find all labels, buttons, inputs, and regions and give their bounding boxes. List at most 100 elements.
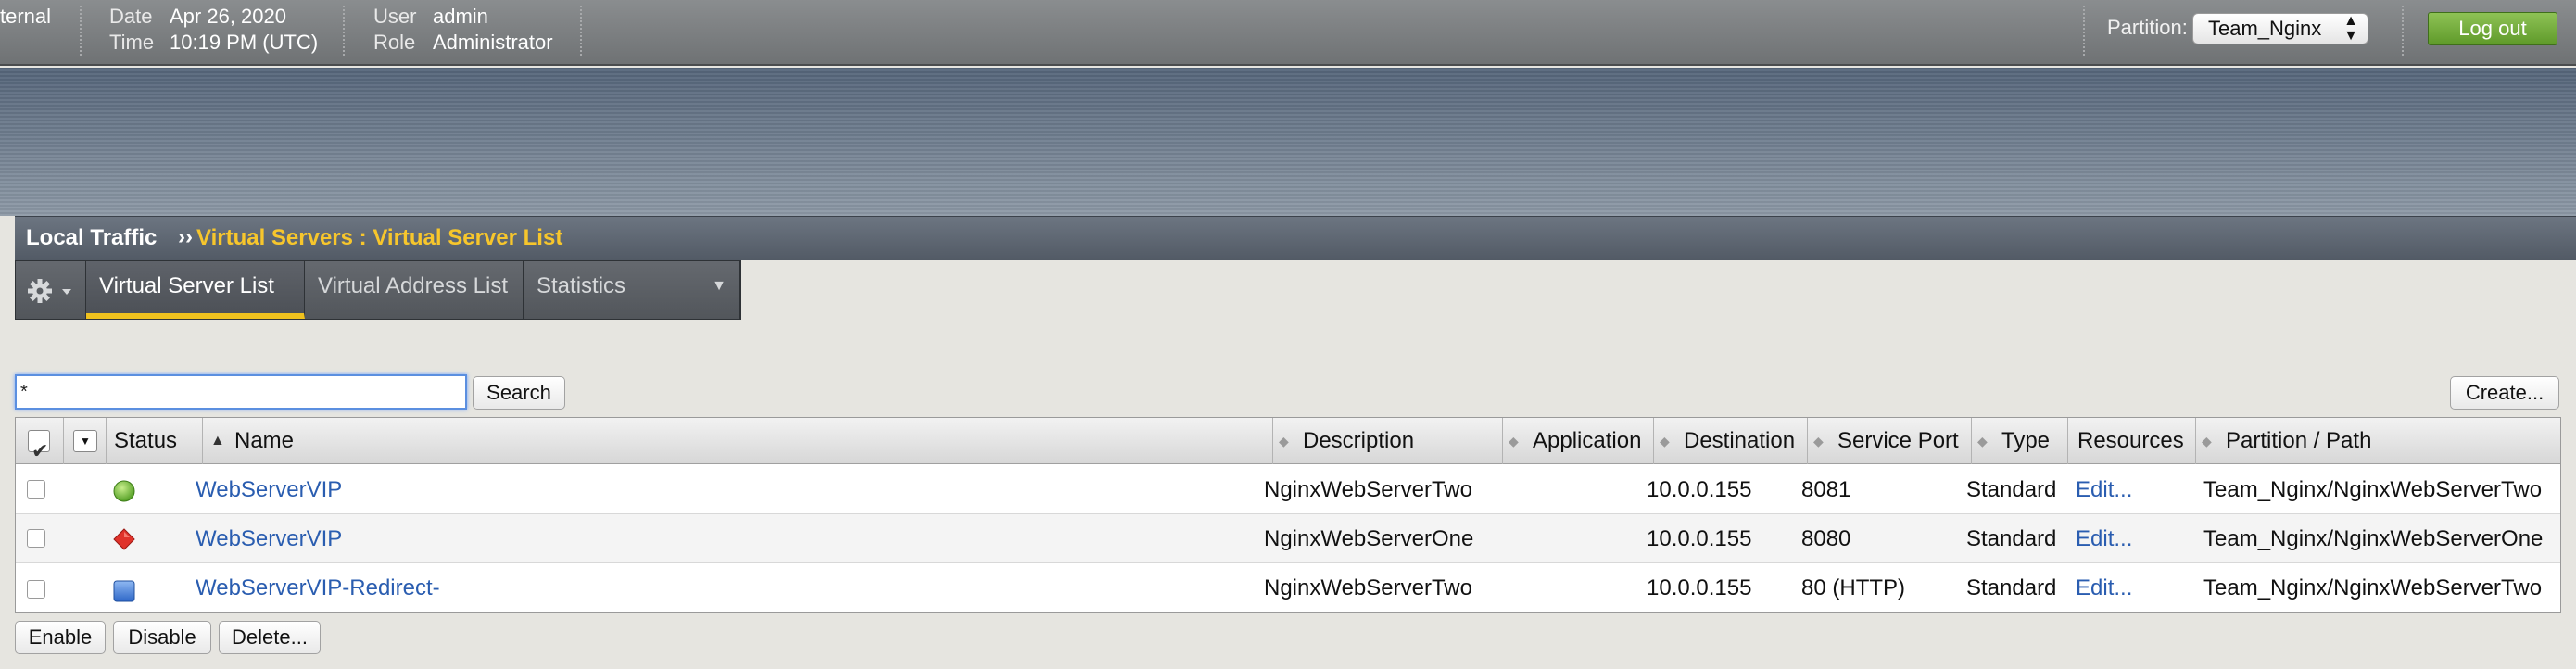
header-destination-label: Destination: [1684, 428, 1796, 453]
header-partition-path-label: Partition / Path: [2226, 428, 2372, 453]
header-service-port[interactable]: ◆ Service Port: [1808, 418, 1972, 464]
time-label: Time: [109, 31, 155, 54]
header-banner: [0, 68, 2576, 216]
row-description: NginxWebServerTwo: [1264, 477, 1472, 502]
sort-icon: ◆: [1509, 434, 1519, 448]
row-type: Standard: [1966, 477, 2057, 502]
delete-button[interactable]: Delete...: [219, 621, 321, 654]
breadcrumb-page: Virtual Servers : Virtual Server List: [196, 225, 563, 250]
header-resources: Resources: [2068, 418, 2196, 464]
role-label: Role: [373, 31, 416, 54]
row-type: Standard: [1966, 526, 2057, 551]
breadcrumb: Local Traffic ›› Virtual Servers : Virtu…: [15, 216, 2576, 260]
header-description-label: Description: [1303, 428, 1415, 453]
disable-button[interactable]: Disable: [113, 621, 211, 654]
table-row[interactable]: WebServerVIP NginxWebServerTwo 10.0.0.15…: [16, 465, 2560, 514]
sort-icon: ◆: [1279, 434, 1289, 448]
row-resources-edit-link[interactable]: Edit...: [2076, 514, 2132, 563]
tab-label: Virtual Server List: [99, 273, 274, 298]
app-title-fragment: ternal: [0, 5, 52, 28]
partition-selected-value: Team_Nginx: [2208, 17, 2322, 40]
row-name-link[interactable]: WebServerVIP: [196, 465, 342, 514]
status-unknown-icon: [113, 580, 135, 602]
header-destination[interactable]: ◆ Destination: [1654, 418, 1808, 464]
user-label: User: [373, 5, 417, 28]
top-bar: ternal Date Apr 26, 2020 Time 10:19 PM (…: [0, 0, 2576, 66]
enable-button[interactable]: Enable: [15, 621, 106, 654]
tab-virtual-address-list[interactable]: Virtual Address List: [305, 261, 524, 319]
row-checkbox[interactable]: [27, 580, 45, 599]
row-destination: 10.0.0.155: [1647, 526, 1752, 551]
options-menu-button[interactable]: [16, 261, 86, 319]
row-service-port: 8080: [1801, 526, 1851, 551]
header-name[interactable]: ▲ Name: [203, 418, 1273, 464]
header-status[interactable]: Status: [107, 418, 203, 464]
date-label: Date: [109, 5, 153, 28]
tab-statistics[interactable]: Statistics ▼: [524, 261, 740, 319]
select-arrows-icon: ▲ ▼: [2343, 13, 2358, 44]
select-all-checkbox[interactable]: ✔: [28, 430, 50, 462]
header-application-label: Application: [1533, 428, 1642, 453]
row-resources-edit-link[interactable]: Edit...: [2076, 465, 2132, 514]
divider: [2083, 6, 2085, 56]
tab-virtual-server-list[interactable]: Virtual Server List: [86, 261, 305, 319]
header-partition-path[interactable]: ◆ Partition / Path: [2196, 418, 2560, 464]
sort-icon: ◆: [1813, 434, 1824, 448]
divider: [80, 6, 82, 56]
row-resources-edit-link[interactable]: Edit...: [2076, 563, 2132, 612]
row-partition-path: Team_Nginx/NginxWebServerTwo: [2203, 477, 2543, 502]
row-name-link[interactable]: WebServerVIP-Redirect-: [196, 563, 440, 612]
sort-icon: ◆: [1660, 434, 1670, 448]
sort-icon: ◆: [2202, 434, 2212, 448]
create-button[interactable]: Create...: [2450, 376, 2559, 410]
header-service-port-label: Service Port: [1837, 428, 1959, 453]
row-checkbox[interactable]: [27, 529, 45, 548]
role-value: Administrator: [433, 31, 553, 54]
row-destination: 10.0.0.155: [1647, 477, 1752, 502]
status-offline-icon: [113, 528, 135, 550]
chevron-down-icon: [62, 289, 71, 295]
row-partition-path: Team_Nginx/NginxWebServerOne: [2203, 526, 2544, 551]
status-available-icon: [113, 480, 135, 502]
gear-icon: [28, 279, 71, 303]
header-type[interactable]: ◆ Type: [1972, 418, 2068, 464]
divider: [343, 6, 345, 56]
row-name-link[interactable]: WebServerVIP: [196, 514, 342, 563]
select-all-header: ✔: [16, 418, 64, 464]
chevron-down-icon: ▼: [73, 430, 97, 452]
row-service-port: 80 (HTTP): [1801, 575, 1906, 600]
row-type: Standard: [1966, 575, 2057, 600]
row-partition-path: Team_Nginx/NginxWebServerTwo: [2203, 575, 2543, 600]
header-description[interactable]: ◆ Description: [1273, 418, 1503, 464]
tab-bar: Virtual Server List Virtual Address List…: [15, 260, 741, 320]
column-menu-header[interactable]: ▼: [64, 418, 107, 464]
row-checkbox[interactable]: [27, 480, 45, 499]
tab-label: Statistics: [537, 273, 626, 298]
time-value: 10:19 PM (UTC): [170, 31, 319, 54]
breadcrumb-section[interactable]: Local Traffic: [26, 225, 157, 251]
divider: [580, 6, 582, 56]
table-header: ✔ ▼ Status ▲ Name ◆ Description ◆ Applic…: [16, 418, 2560, 464]
header-name-label: Name: [234, 428, 295, 453]
table-row[interactable]: WebServerVIP-Redirect- NginxWebServerTwo…: [16, 563, 2560, 612]
partition-select[interactable]: Team_Nginx ▲ ▼: [2192, 13, 2368, 44]
breadcrumb-separator: ››: [178, 224, 193, 249]
table-row[interactable]: WebServerVIP NginxWebServerOne 10.0.0.15…: [16, 514, 2560, 563]
tab-label: Virtual Address List: [318, 273, 508, 298]
row-description: NginxWebServerTwo: [1264, 575, 1472, 600]
divider: [2402, 6, 2404, 56]
sort-icon: ◆: [1977, 434, 1988, 448]
partition-label: Partition:: [2107, 16, 2188, 39]
row-destination: 10.0.0.155: [1647, 575, 1752, 600]
search-input[interactable]: *: [15, 374, 467, 410]
header-type-label: Type: [2001, 428, 2051, 453]
row-description: NginxWebServerOne: [1264, 526, 1474, 551]
virtual-server-table: ✔ ▼ Status ▲ Name ◆ Description ◆ Applic…: [15, 417, 2561, 613]
row-service-port: 8081: [1801, 477, 1851, 502]
logout-button[interactable]: Log out: [2428, 12, 2557, 45]
header-application[interactable]: ◆ Application: [1503, 418, 1654, 464]
sort-ascending-icon: ▲: [210, 433, 225, 448]
user-value: admin: [433, 5, 488, 28]
search-button[interactable]: Search: [473, 376, 565, 410]
search-input-value: *: [20, 382, 28, 402]
